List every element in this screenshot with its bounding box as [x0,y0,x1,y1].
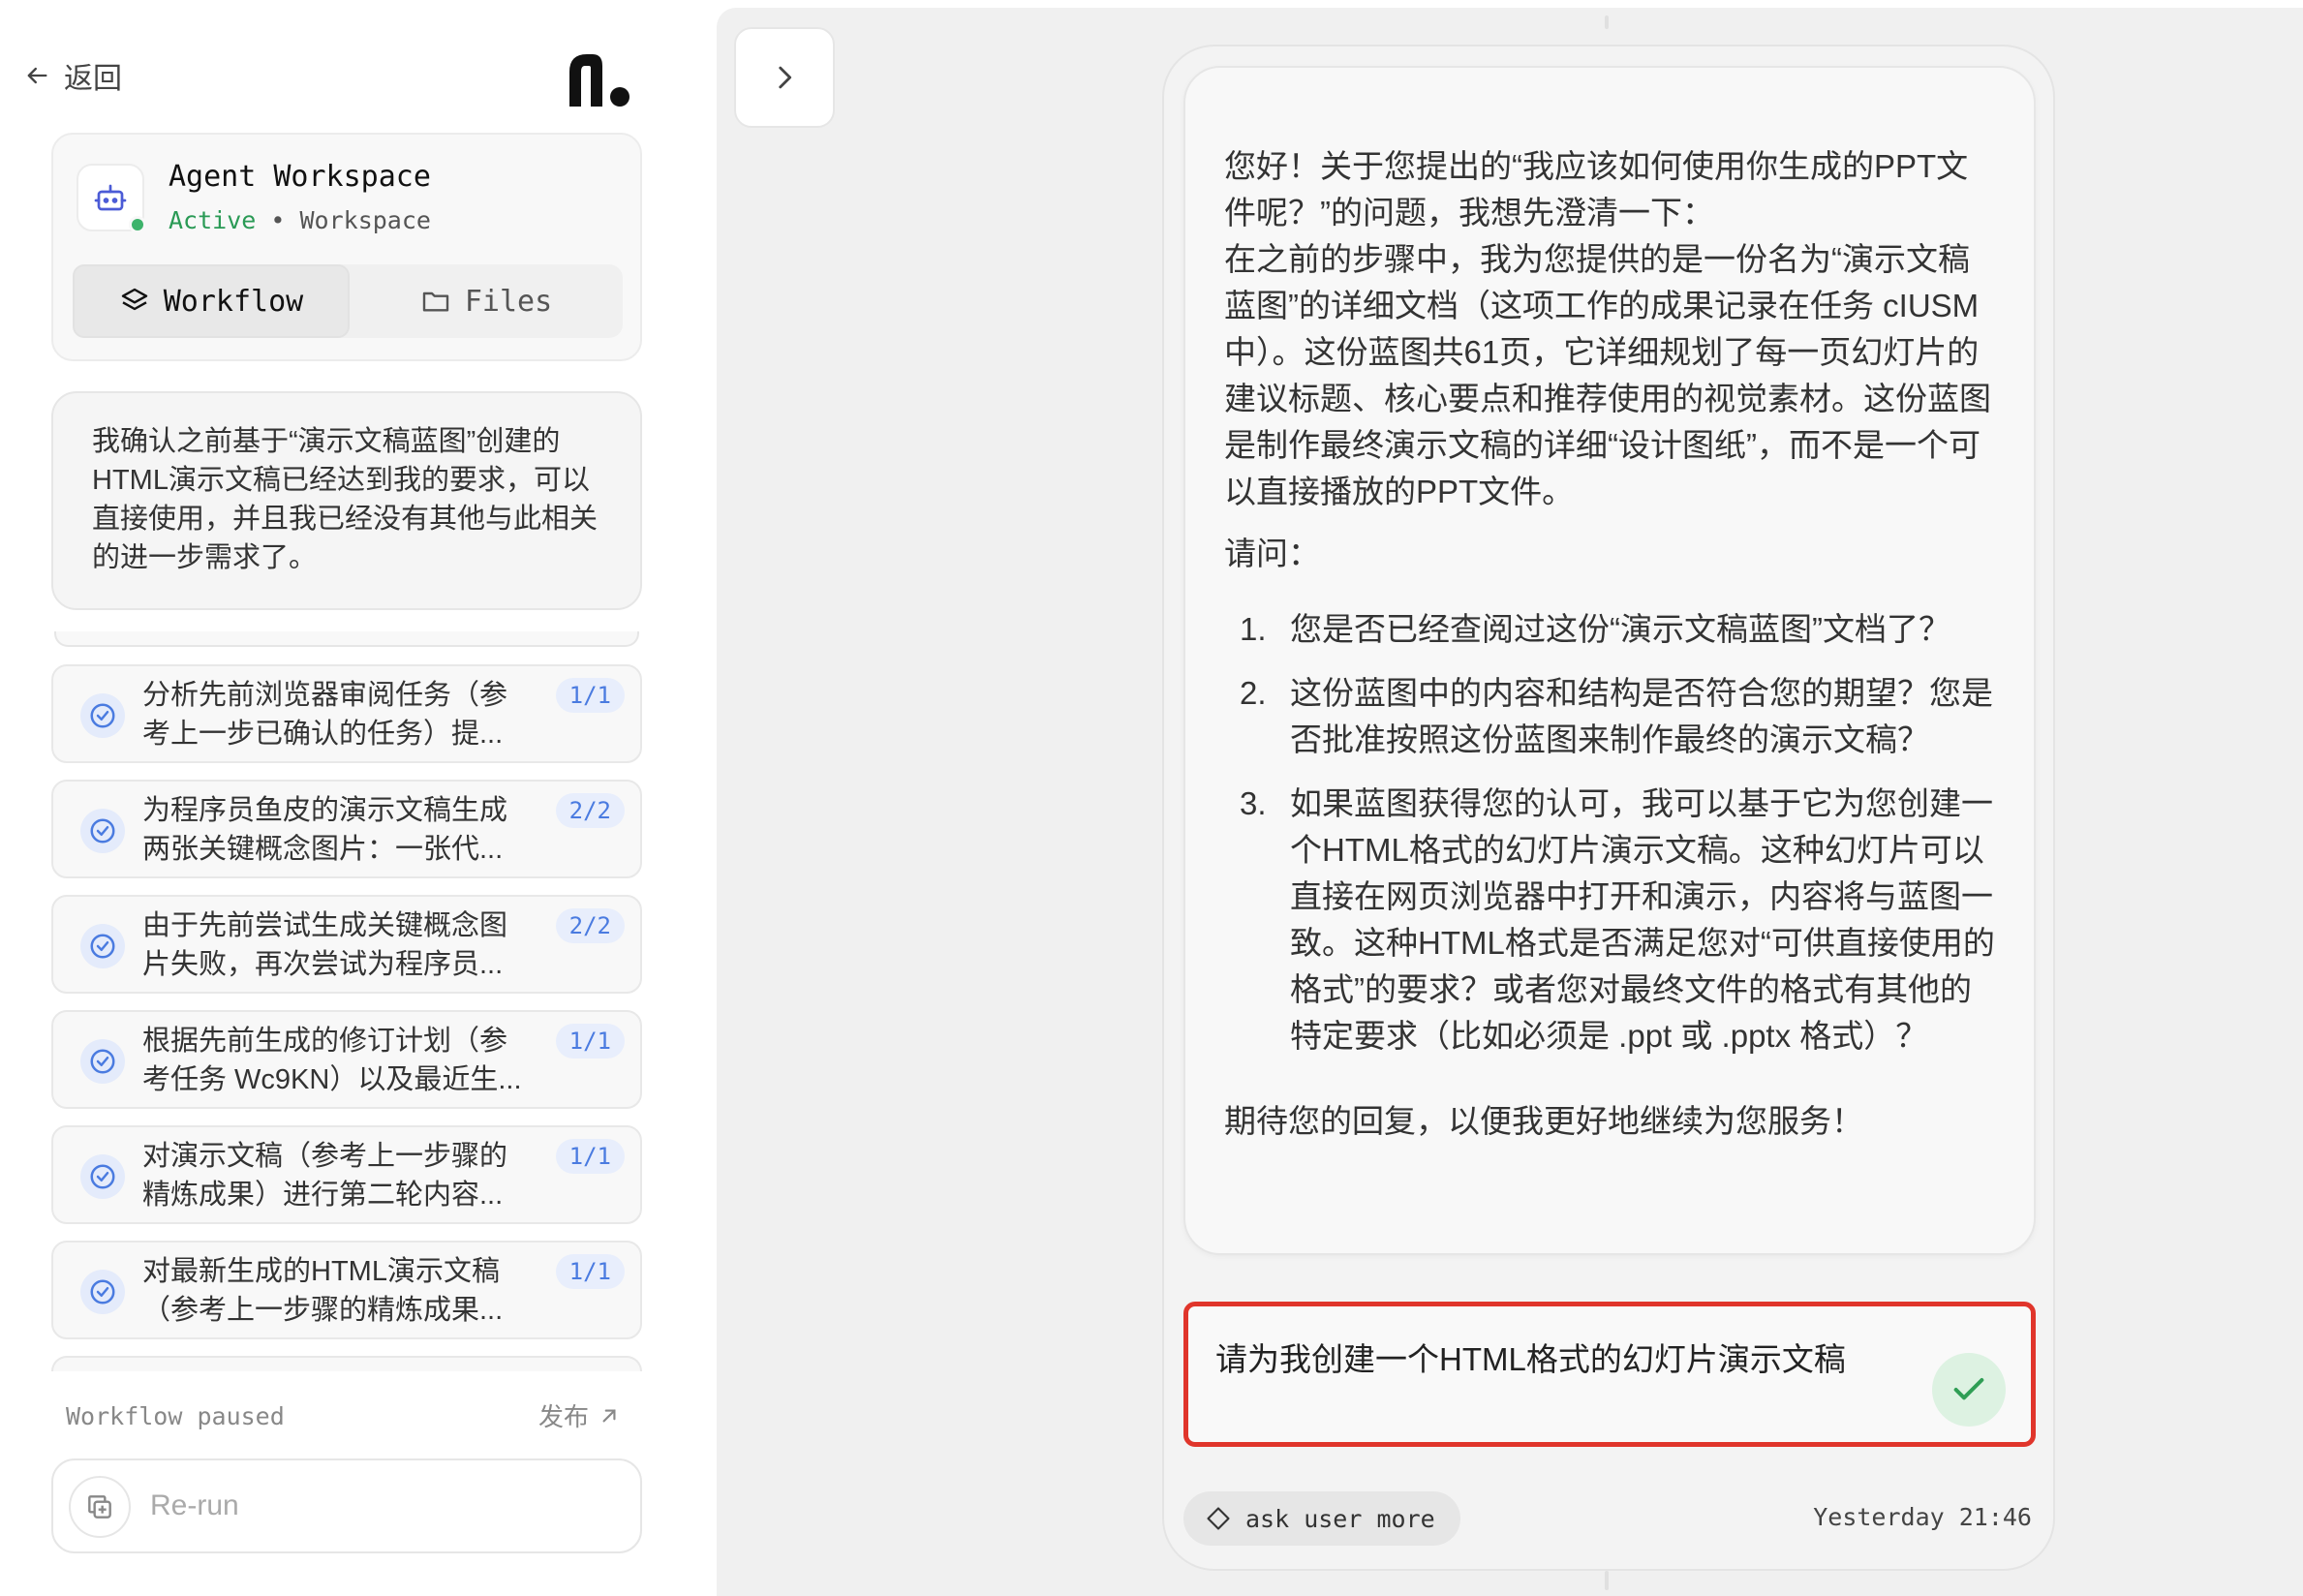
question-number: 1. [1240,611,1267,647]
question-label: 请问： [1224,536,1320,571]
check-circle-icon [80,1154,125,1199]
connector-line-top [1605,15,1609,29]
task-text: 根据先前生成的修订计划（参考任务 Wc9KN）以及最近生... [142,1026,522,1095]
workflow-canvas: 您好！关于您提出的“我应该如何使用你生成的PPT文件呢？”的问题，我想先澄清一下… [717,8,2303,1596]
node-type-tag: ask user more [1183,1491,1460,1546]
tab-workflow[interactable]: Workflow [73,264,350,338]
layers-icon [121,288,147,311]
question-text: 您是否已经查阅过这份“演示文稿蓝图”文档了？ [1290,611,1950,647]
user-message-card: 我确认之前基于“演示文稿蓝图”创建的HTML演示文稿已经达到我的要求，可以直接使… [51,391,642,610]
task-badge: 1/1 [555,1024,625,1059]
task-item[interactable]: 根据先前生成的修订计划（参考任务 Wc9KN）以及最近生... 1/1 [51,1010,642,1109]
question-number: 3. [1240,785,1267,821]
expand-panel-button[interactable] [734,27,835,128]
task-item[interactable]: 由于先前尝试生成关键概念图片失败，再次尝试为程序员... 2/2 [51,895,642,994]
rerun-label: Re-run [150,1489,239,1521]
diamond-icon [1207,1507,1230,1530]
agent-avatar [77,164,146,233]
confirm-button[interactable] [1932,1353,2006,1427]
timestamp: Yesterday 21:46 [1813,1503,2032,1531]
user-reply-box[interactable]: 请为我创建一个HTML格式的幻灯片演示文稿 [1183,1302,2036,1447]
user-reply-text: 请为我创建一个HTML格式的幻灯片演示文稿 [1215,1341,1846,1377]
agent-separator: • [270,206,286,234]
tab-files-label: Files [464,284,553,319]
check-circle-icon [80,1270,125,1314]
workflow-status: Workflow paused [66,1402,285,1430]
message-paragraph: 您好！关于您提出的“我应该如何使用你生成的PPT文件呢？”的问题，我想先澄清一下… [1224,143,1997,515]
agent-name: Agent Workspace [169,160,431,194]
agent-card: Agent Workspace Active • Workspace Workf… [51,133,642,361]
arrow-up-right-icon [602,1409,616,1422]
publish-button[interactable]: 发布 [538,1397,622,1433]
question-list: 1. 您是否已经查阅过这份“演示文稿蓝图”文档了？ 2. 这份蓝图中的内容和结构是否… [1224,606,1997,1059]
task-list: 分析先前浏览器审阅任务（参考上一步已确认的任务）提... 1/1 为程序员鱼皮的… [51,664,642,1371]
robot-icon [94,184,127,211]
arrow-left-icon [27,67,47,84]
collapsed-item-edge [54,631,639,647]
task-text: 为程序员鱼皮的演示文稿生成两张关键概念图片：一张代... [142,795,508,865]
checkmark-icon [1953,1378,1984,1400]
chevron-right-icon [779,66,792,89]
conversation-node: 您好！关于您提出的“我应该如何使用你生成的PPT文件呢？”的问题，我想先澄清一下… [1162,45,2055,1571]
question-number: 2. [1240,675,1267,711]
agent-subtitle: Active • Workspace [169,206,431,234]
back-label: 返回 [64,63,122,95]
sidebar: 返回 Agent Workspace Active • Workspace Wo… [0,0,717,1596]
task-badge: 1/1 [555,1254,625,1289]
closing-text: 期待您的回复，以便我更好地继续为您服务！ [1224,1103,1863,1139]
tab-workflow-label: Workflow [163,284,304,319]
folder-icon [422,292,449,312]
rerun-button[interactable]: Re-run [51,1458,642,1553]
tab-files[interactable]: Files [350,264,623,338]
question-text: 如果蓝图获得您的认可，我可以基于它为您创建一个HTML格式的幻灯片演示文稿。这种… [1290,785,1995,1054]
check-circle-icon [80,693,125,738]
question-item: 3. 如果蓝图获得您的认可，我可以基于它为您创建一个HTML格式的幻灯片演示文稿。… [1224,781,1997,1059]
question-item: 2. 这份蓝图中的内容和结构是否符合您的期望？您是否批准按照这份蓝图来制作最终的演… [1224,670,1997,763]
question-item: 1. 您是否已经查阅过这份“演示文稿蓝图”文档了？ [1224,606,1997,653]
task-badge: 1/1 [555,678,625,713]
task-badge: 2/2 [555,908,625,943]
task-item[interactable]: 对最新生成的HTML演示文稿（参考上一步骤的精炼成果... 1/1 [51,1241,642,1339]
message-line: 您好！关于您提出的“我应该如何使用你生成的PPT文件呢？”的问题，我想先澄清一下… [1224,148,1969,230]
task-item[interactable]: 对演示文稿（参考上一步骤的精炼成果）进行第二轮内容... 1/1 [51,1125,642,1224]
agent-type: Workspace [299,206,431,234]
back-button[interactable]: 返回 [23,54,122,97]
task-text: 分析先前浏览器审阅任务（参考上一步已确认的任务）提... [142,680,508,750]
task-text: 对演示文稿（参考上一步骤的精炼成果）进行第二轮内容... [142,1141,508,1211]
agent-status: Active [169,206,257,234]
sidebar-tabs: Workflow Files [73,264,623,338]
copy-plus-icon [69,1476,131,1538]
task-item[interactable]: 为程序员鱼皮的演示文稿生成两张关键概念图片：一张代... 2/2 [51,780,642,878]
online-status-dot [129,216,146,233]
check-circle-icon [80,1039,125,1084]
assistant-message: 您好！关于您提出的“我应该如何使用你生成的PPT文件呢？”的问题，我想先澄清一下… [1183,66,2036,1255]
task-text: 对最新生成的HTML演示文稿（参考上一步骤的精炼成果... [142,1256,504,1326]
task-item-cutoff[interactable] [51,1356,642,1371]
message-line: 在之前的步骤中，我为您提供的是一份名为“演示文稿蓝图”的详细文档（这项工作的成果… [1224,241,1991,509]
task-text: 由于先前尝试生成关键概念图片失败，再次尝试为程序员... [142,910,508,980]
brand-logo [569,54,629,107]
task-badge: 1/1 [555,1139,625,1174]
publish-label: 发布 [538,1402,590,1431]
connector-line-bottom [1605,1571,1609,1590]
check-circle-icon [80,809,125,853]
task-item[interactable]: 分析先前浏览器审阅任务（参考上一步已确认的任务）提... 1/1 [51,664,642,763]
task-badge: 2/2 [555,793,625,828]
question-text: 这份蓝图中的内容和结构是否符合您的期望？您是否批准按照这份蓝图来制作最终的演示文… [1290,675,1993,757]
check-circle-icon [80,924,125,968]
tag-label: ask user more [1245,1504,1435,1533]
